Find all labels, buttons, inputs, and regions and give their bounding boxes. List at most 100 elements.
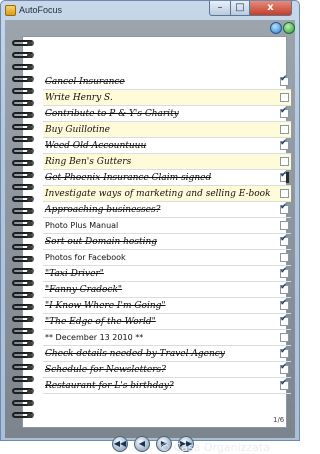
watermark: © Casa Organizzata xyxy=(159,441,270,454)
first-page-button[interactable]: ◀◀ xyxy=(112,436,128,452)
ring-binding xyxy=(9,148,35,156)
task-checkbox[interactable] xyxy=(280,234,289,246)
task-text: "The Edge of the World" xyxy=(45,317,156,327)
task-text: Restaurant for L's birthday? xyxy=(45,381,174,391)
task-row[interactable]: Photos for Facebook xyxy=(43,250,291,266)
task-checkbox[interactable] xyxy=(280,253,289,262)
task-text: Buy Guillotine xyxy=(45,125,111,135)
minimize-button[interactable]: – xyxy=(209,1,231,16)
task-text: Approaching businesses? xyxy=(45,205,161,215)
refresh-icon[interactable] xyxy=(270,22,282,34)
task-checkbox[interactable] xyxy=(280,106,289,118)
task-row[interactable]: ** December 13 2010 ** xyxy=(43,330,291,346)
ring-binding xyxy=(9,208,35,216)
go-icon[interactable] xyxy=(283,22,295,34)
ring-binding xyxy=(9,100,35,108)
task-row[interactable]: Investigate ways of marketing and sellin… xyxy=(43,186,291,202)
task-row[interactable]: Ring Ben's Gutters xyxy=(43,154,291,170)
task-checkbox[interactable] xyxy=(280,298,289,310)
task-checkbox[interactable] xyxy=(280,314,289,326)
notebook-area: Cancel Insurance Write Henry S. Contribute… xyxy=(5,20,295,454)
app-icon xyxy=(5,5,16,16)
spiral-binding xyxy=(9,36,35,428)
task-checkbox[interactable] xyxy=(280,282,289,294)
task-checkbox[interactable] xyxy=(280,346,289,358)
task-checkbox[interactable] xyxy=(280,378,289,390)
close-button[interactable]: x xyxy=(249,1,292,16)
task-text: Check details needed by Travel Agency xyxy=(45,349,225,359)
title-bar[interactable]: AutoFocus – □ x xyxy=(1,1,299,21)
ring-binding xyxy=(9,304,35,312)
task-row[interactable]: Photo Plus Manual xyxy=(43,218,291,234)
task-text: Schedule for Newsletters? xyxy=(45,365,166,375)
ring-binding xyxy=(9,376,35,384)
ring-binding xyxy=(9,340,35,348)
task-text: "I Know Where I'm Going" xyxy=(45,301,166,311)
task-checkbox[interactable] xyxy=(280,138,289,150)
task-list: Cancel Insurance Write Henry S. Contribute… xyxy=(43,74,291,394)
task-row[interactable]: Sort out Domain hosting xyxy=(43,234,291,250)
task-row[interactable]: "Taxi Driver" xyxy=(43,266,291,282)
task-row[interactable]: "Fanny Cradock" xyxy=(43,282,291,298)
task-row[interactable]: Approaching businesses? xyxy=(43,202,291,218)
ring-binding xyxy=(9,64,35,72)
task-checkbox[interactable] xyxy=(280,362,289,374)
task-row[interactable]: Buy Guillotine xyxy=(43,122,291,138)
ring-binding xyxy=(9,256,35,264)
task-text: Get Phoenix Insurance Claim signed xyxy=(45,173,212,183)
task-text: Cancel Insurance xyxy=(45,77,125,87)
task-row[interactable]: Restaurant for L's birthday? xyxy=(43,378,291,394)
maximize-button[interactable]: □ xyxy=(230,1,250,16)
ring-binding xyxy=(9,172,35,180)
task-checkbox[interactable] xyxy=(280,266,289,278)
ring-binding xyxy=(9,232,35,240)
task-text: Weed Old Accountuuu xyxy=(45,141,147,151)
task-row[interactable]: Write Henry S. xyxy=(43,90,291,106)
task-checkbox[interactable] xyxy=(280,125,289,134)
task-checkbox[interactable] xyxy=(280,333,289,342)
ring-binding xyxy=(9,160,35,168)
ring-binding xyxy=(9,328,35,336)
prev-page-button[interactable]: ◀ xyxy=(134,436,150,452)
ring-binding xyxy=(9,280,35,288)
app-window: AutoFocus – □ x Cancel Insurance Write He… xyxy=(0,0,300,454)
task-row[interactable]: Get Phoenix Insurance Claim signed xyxy=(43,170,291,186)
ring-binding xyxy=(9,112,35,120)
ring-binding xyxy=(9,292,35,300)
task-text: "Fanny Cradock" xyxy=(45,285,123,295)
ring-binding xyxy=(9,400,35,408)
task-row[interactable]: Check details needed by Travel Agency xyxy=(43,346,291,362)
task-text: Ring Ben's Gutters xyxy=(45,157,132,167)
ring-binding xyxy=(9,136,35,144)
ring-binding xyxy=(9,268,35,276)
row-marker-icon xyxy=(286,172,289,183)
task-checkbox[interactable] xyxy=(280,202,289,214)
window-title: AutoFocus xyxy=(19,5,63,15)
page-indicator: 1/6 xyxy=(273,416,285,424)
task-checkbox[interactable] xyxy=(280,157,289,166)
task-row[interactable]: "The Edge of the World" xyxy=(43,314,291,330)
row-divider xyxy=(43,393,291,394)
ring-binding xyxy=(9,412,35,420)
task-text: Photo Plus Manual xyxy=(45,221,119,230)
ring-binding xyxy=(9,244,35,252)
task-text: Investigate ways of marketing and sellin… xyxy=(45,189,271,199)
ring-binding xyxy=(9,76,35,84)
task-row[interactable]: Cancel Insurance xyxy=(43,74,291,90)
ring-binding xyxy=(9,40,35,48)
task-checkbox[interactable] xyxy=(280,74,289,86)
task-row[interactable]: "I Know Where I'm Going" xyxy=(43,298,291,314)
task-row[interactable]: Schedule for Newsletters? xyxy=(43,362,291,378)
ring-binding xyxy=(9,52,35,60)
task-text: Sort out Domain hosting xyxy=(45,237,158,247)
task-checkbox[interactable] xyxy=(280,221,289,230)
ring-binding xyxy=(9,196,35,204)
task-row[interactable]: Contribute to P & Y's Charity xyxy=(43,106,291,122)
ring-binding xyxy=(9,364,35,372)
ring-binding xyxy=(9,124,35,132)
ring-binding xyxy=(9,352,35,360)
task-checkbox[interactable] xyxy=(280,189,289,198)
task-row[interactable]: Weed Old Accountuuu xyxy=(43,138,291,154)
task-checkbox[interactable] xyxy=(280,93,289,102)
task-text: Photos for Facebook xyxy=(45,253,126,262)
